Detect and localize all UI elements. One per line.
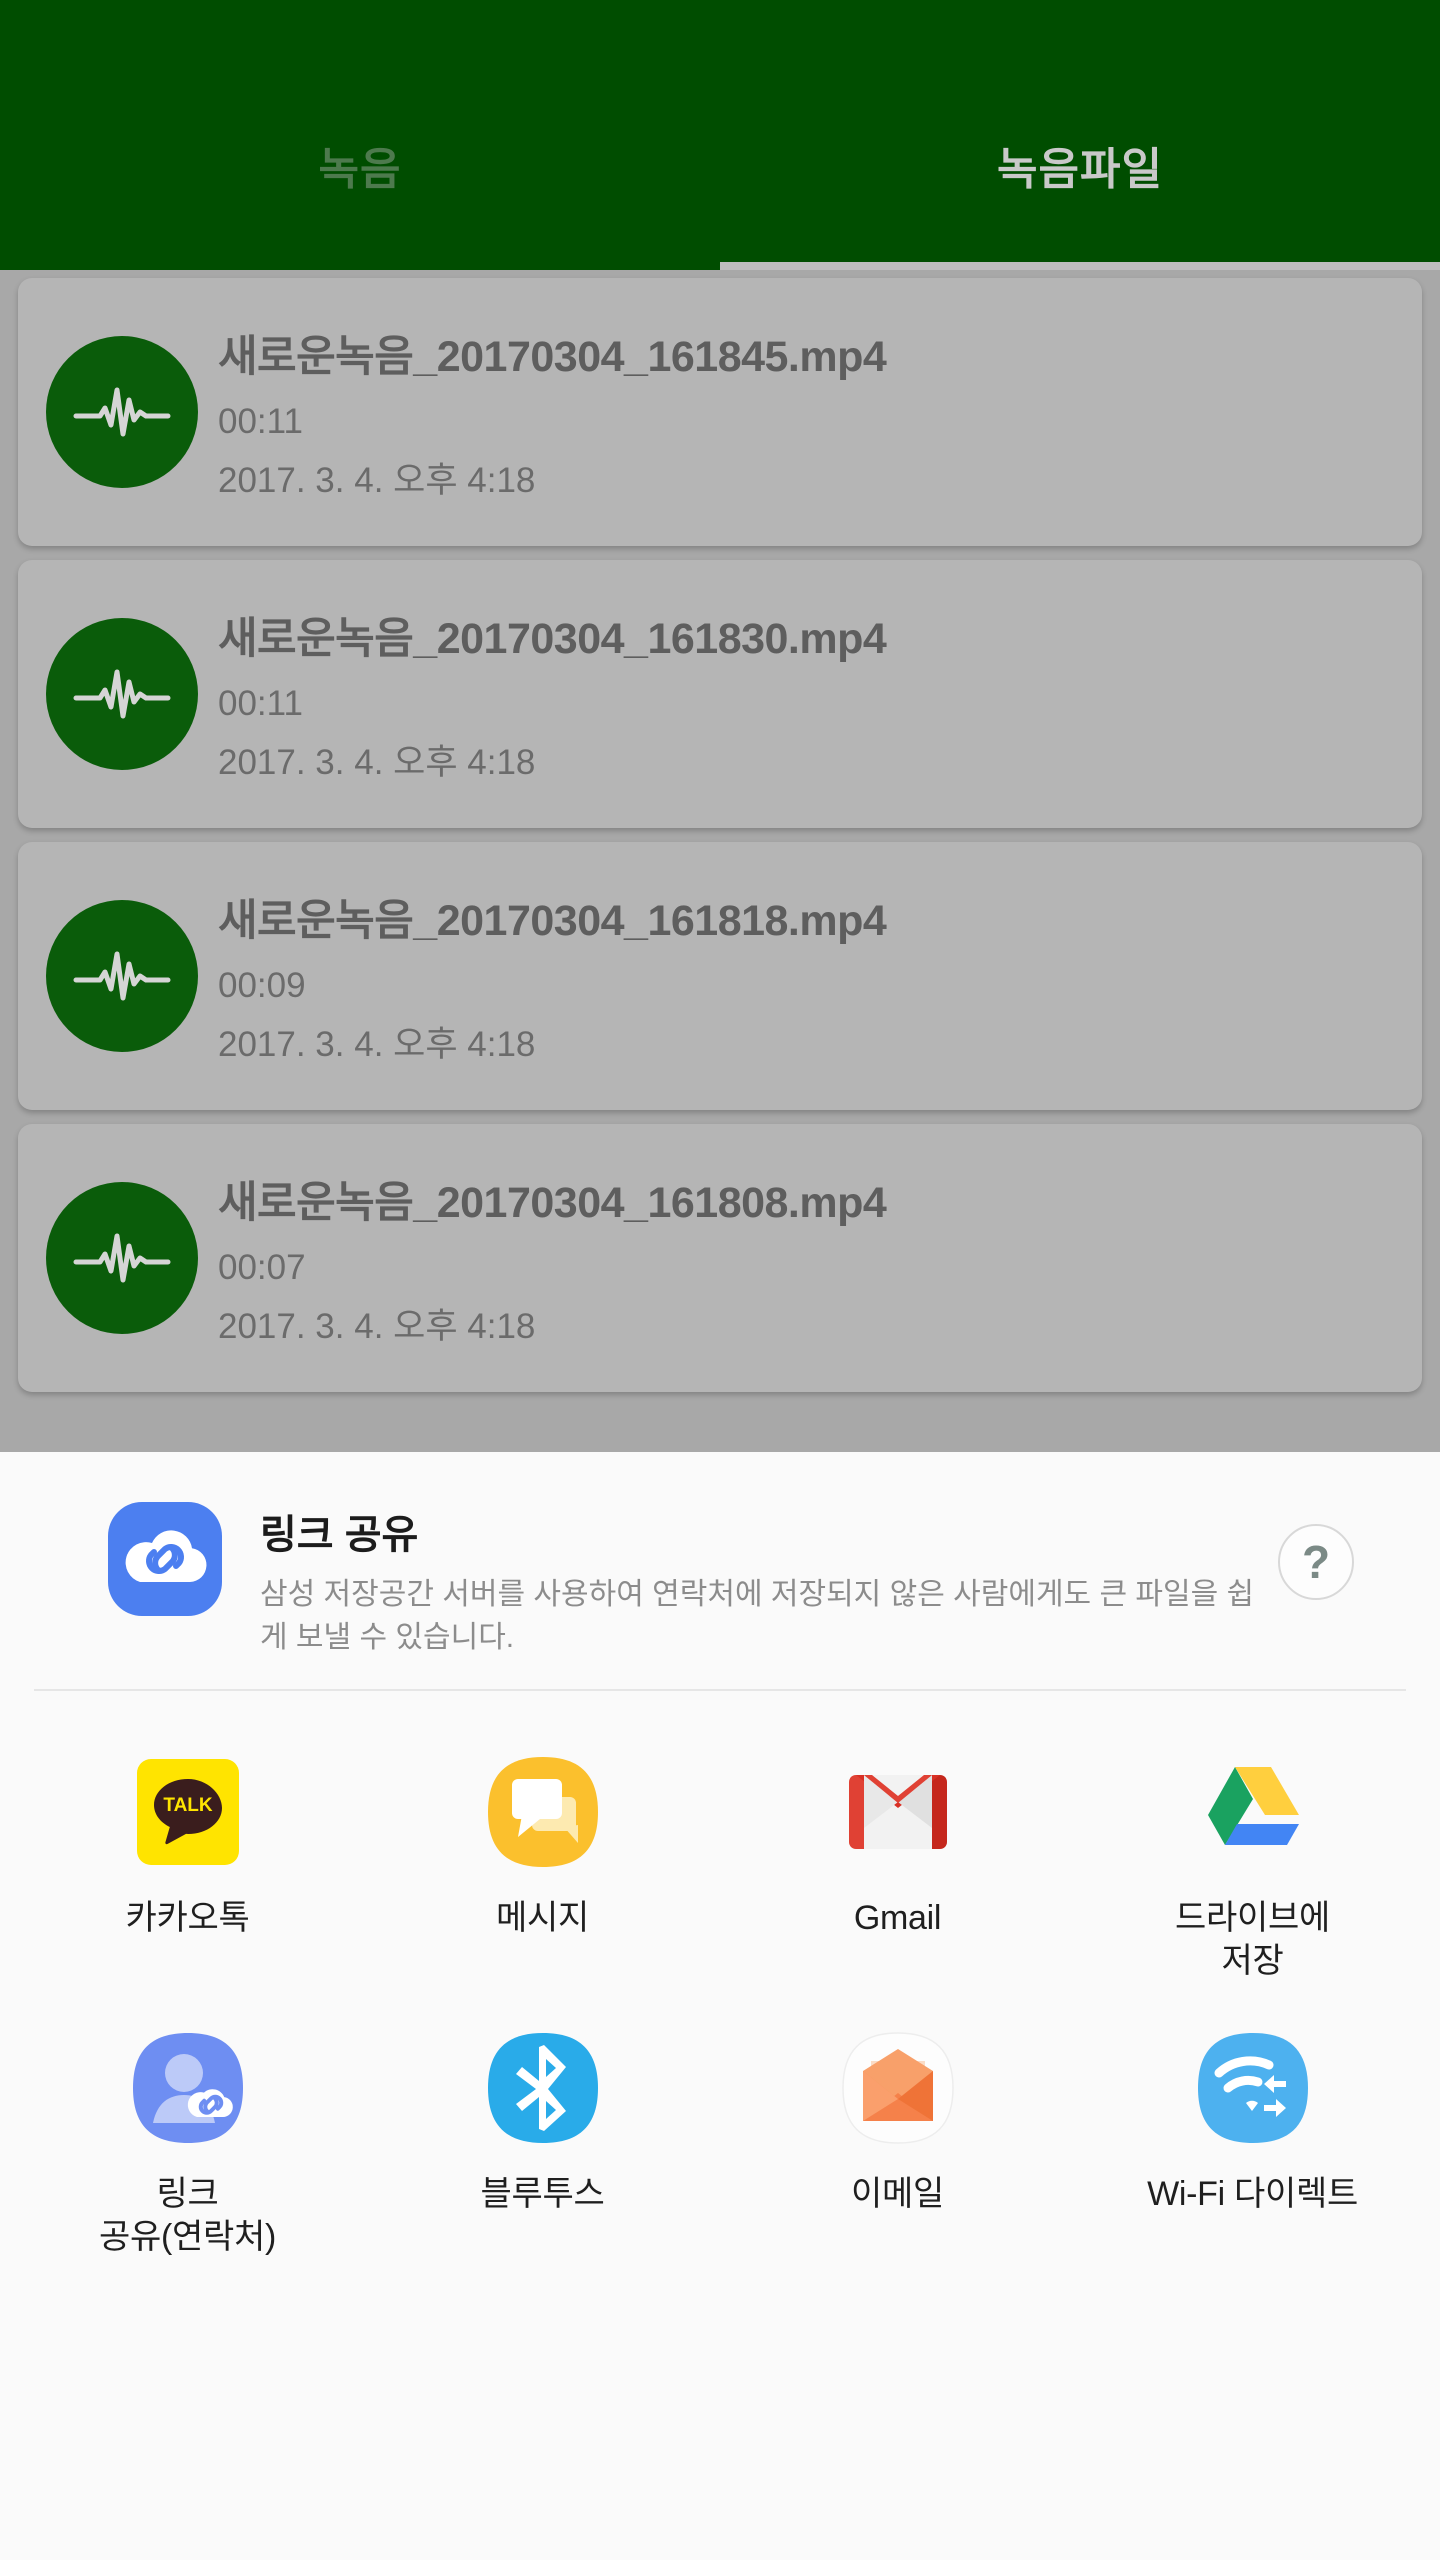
link-share-title: 링크 공유 [260,1513,419,1557]
recording-list-item[interactable]: 새로운녹음_20170304_161808.mp4 00:07 2017. 3.… [18,1124,1422,1392]
link-share-text: 링크 공유 삼성 저장공간 서버를 사용하여 연락처에 저장되지 않은 사람에게… [260,1490,1258,1659]
recording-filename: 새로운녹음_20170304_161830.mp4 [218,614,887,663]
share-target-wifi-direct[interactable]: Wi-Fi 다이렉트 [1075,2013,1430,2289]
recording-list-item[interactable]: 새로운녹음_20170304_161818.mp4 00:09 2017. 3.… [18,842,1422,1110]
recording-info: 새로운녹음_20170304_161845.mp4 00:11 2017. 3.… [218,322,1422,503]
share-target-label: 카카오톡 [125,1899,250,1938]
share-target-label: Gmail [853,1899,942,1938]
link-share-description: 삼성 저장공간 서버를 사용하여 연락처에 저장되지 않은 사람에게도 큰 파일… [260,1578,1255,1654]
share-target-google-drive[interactable]: 드라이브에 저장 [1075,1737,1430,2013]
share-target-gmail[interactable]: Gmail [720,1737,1075,2013]
tab-bar: 녹음 녹음파일 [0,0,1440,270]
bluetooth-icon [484,2029,602,2147]
tab-recordings-label: 녹음파일 [997,145,1163,194]
link-share-banner[interactable]: 링크 공유 삼성 저장공간 서버를 사용하여 연락처에 저장되지 않은 사람에게… [0,1452,1440,1689]
recording-date: 2017. 3. 4. 오후 4:18 [218,1024,536,1064]
svg-text:TALK: TALK [163,1795,213,1816]
cloud-link-icon [106,1500,224,1618]
share-target-label: 블루투스 [480,2174,605,2213]
gmail-icon [839,1753,957,1871]
help-button[interactable]: ? [1278,1524,1354,1600]
share-sheet: 링크 공유 삼성 저장공간 서버를 사용하여 연락처에 저장되지 않은 사람에게… [0,1452,1440,2560]
share-target-messages[interactable]: 메시지 [365,1737,720,2013]
recording-info: 새로운녹음_20170304_161818.mp4 00:09 2017. 3.… [218,886,1422,1067]
recording-filename: 새로운녹음_20170304_161845.mp4 [218,332,887,381]
waveform-icon [46,336,198,488]
share-target-grid: TALK 카카오톡 메시지 Gmail 드라이브에 저장 링크 공유(연락처) … [0,1691,1440,2288]
recording-filename: 새로운녹음_20170304_161808.mp4 [218,1178,887,1227]
recording-info: 새로운녹음_20170304_161808.mp4 00:07 2017. 3.… [218,1168,1422,1349]
share-target-label: Wi-Fi 다이렉트 [1147,2174,1358,2213]
waveform-icon [46,900,198,1052]
recording-list-item[interactable]: 새로운녹음_20170304_161845.mp4 00:11 2017. 3.… [18,278,1422,546]
app-header: 녹음 녹음파일 [0,0,1440,270]
share-target-kakaotalk[interactable]: TALK 카카오톡 [10,1737,365,2013]
share-target-label: 링크 공유(연락처) [99,2174,276,2256]
link-share-contacts-icon [129,2029,247,2147]
recording-list[interactable]: 새로운녹음_20170304_161845.mp4 00:11 2017. 3.… [0,270,1440,1455]
recording-date: 2017. 3. 4. 오후 4:18 [218,460,536,500]
google-drive-icon [1194,1753,1312,1871]
recording-date: 2017. 3. 4. 오후 4:18 [218,742,536,782]
kakaotalk-icon: TALK [129,1753,247,1871]
tab-record[interactable]: 녹음 [0,0,720,270]
recording-info: 새로운녹음_20170304_161830.mp4 00:11 2017. 3.… [218,604,1422,785]
recording-duration: 00:09 [218,965,306,1005]
waveform-icon [46,618,198,770]
share-target-label: 이메일 [851,2174,944,2213]
recording-duration: 00:11 [218,401,303,441]
waveform-icon [46,1182,198,1334]
email-icon [839,2029,957,2147]
recording-date: 2017. 3. 4. 오후 4:18 [218,1306,536,1346]
share-target-email[interactable]: 이메일 [720,2013,1075,2289]
recording-filename: 새로운녹음_20170304_161818.mp4 [218,896,887,945]
recording-duration: 00:11 [218,683,303,723]
share-target-bluetooth[interactable]: 블루투스 [365,2013,720,2289]
messages-icon [484,1753,602,1871]
tab-record-label: 녹음 [318,145,402,194]
share-target-label: 드라이브에 저장 [1175,1899,1330,1981]
tab-recordings[interactable]: 녹음파일 [720,0,1440,270]
tab-active-indicator [720,262,1440,270]
share-target-label: 메시지 [496,1899,589,1938]
recording-list-item[interactable]: 새로운녹음_20170304_161830.mp4 00:11 2017. 3.… [18,560,1422,828]
wifi-direct-icon [1194,2029,1312,2147]
voice-recorder-screen: 녹음 녹음파일 새로운녹음_20170304_161845.mp4 00:11 … [0,0,1440,2560]
share-target-link-share-contacts[interactable]: 링크 공유(연락처) [10,2013,365,2289]
recording-duration: 00:07 [218,1247,306,1287]
